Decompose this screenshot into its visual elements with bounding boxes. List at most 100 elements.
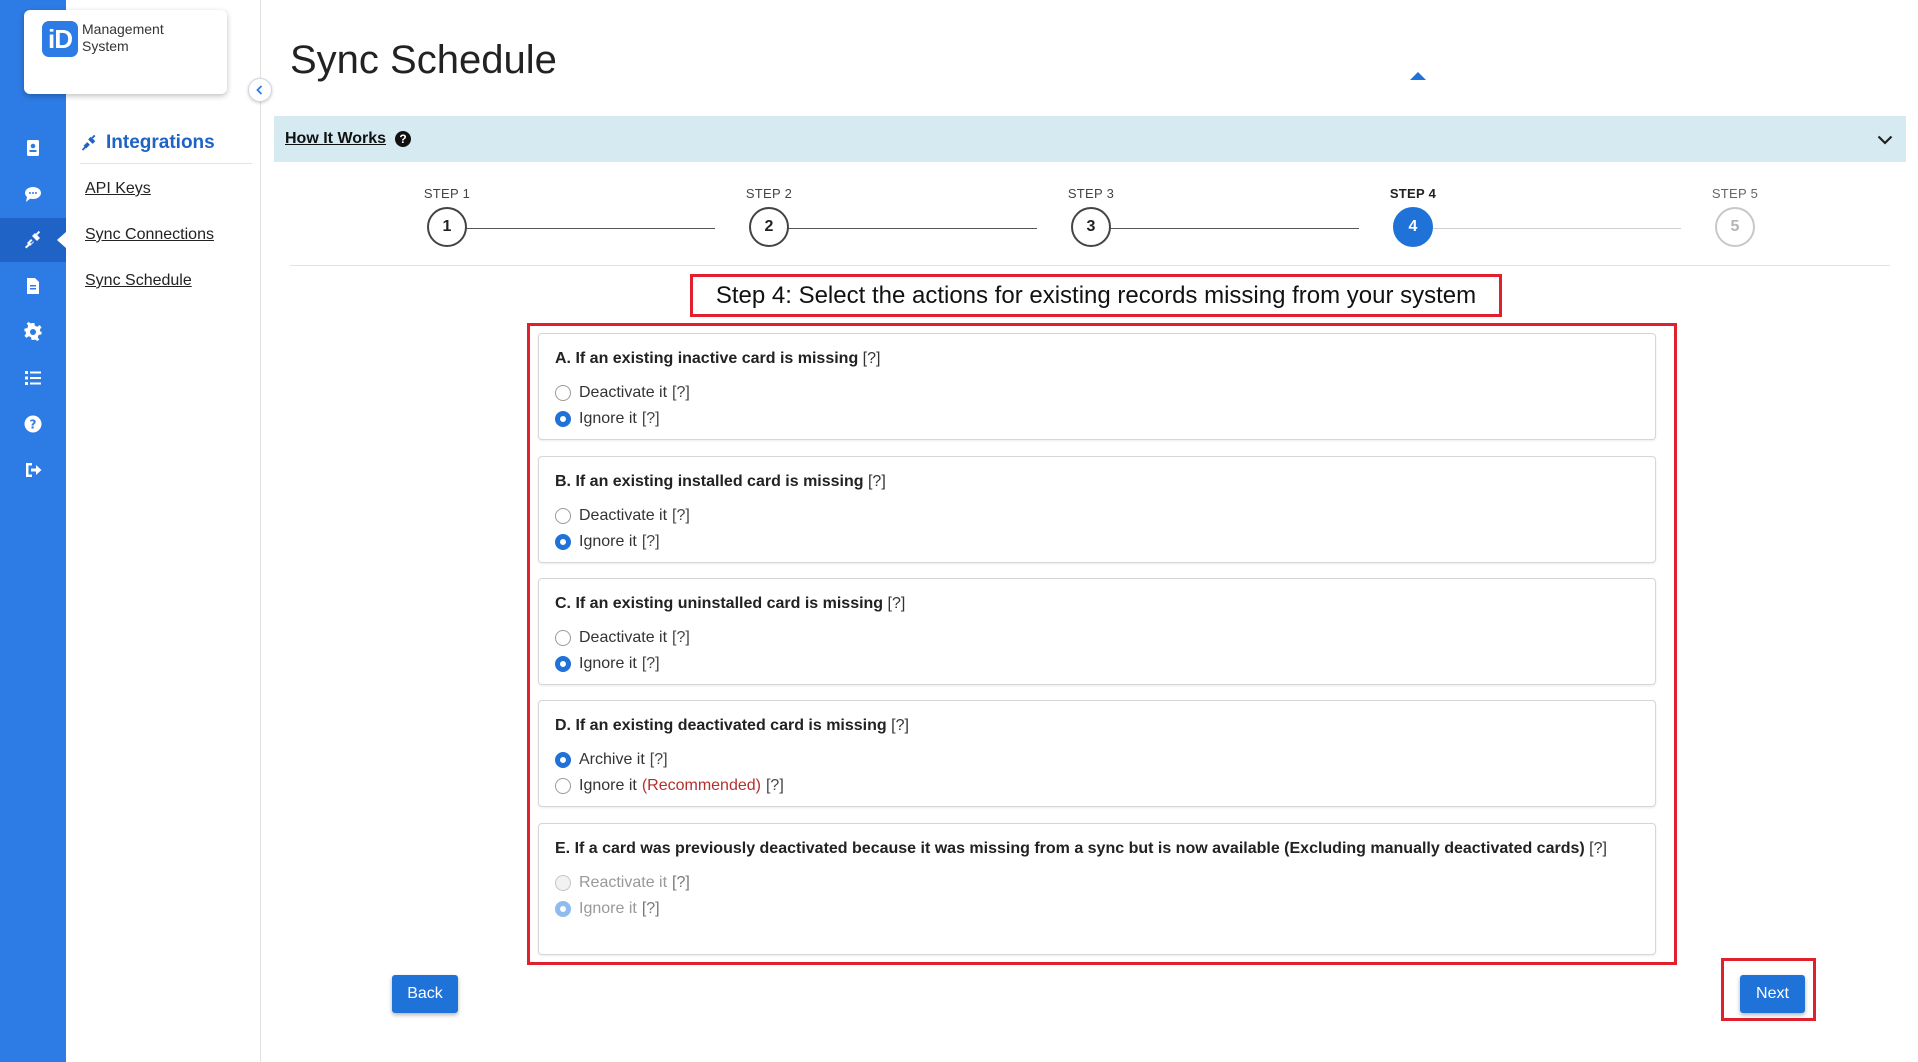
back-button[interactable]: Back [392, 975, 458, 1013]
cards-icon[interactable] [0, 126, 66, 170]
radio-button[interactable] [555, 508, 571, 524]
help-link[interactable]: [?] [868, 473, 886, 490]
radio-group: Archive it [?] Ignore it (Recommended) [?] [555, 747, 1639, 799]
step-connector-1 [447, 228, 715, 229]
question-title-text: A. If an existing inactive card is missi… [555, 350, 859, 367]
radio-option-archive[interactable]: Archive it [?] [555, 747, 1639, 773]
icon-rail: ? [0, 0, 66, 1062]
radio-option-ignore[interactable]: Ignore it [?] [555, 651, 1639, 677]
question-card-a: A. If an existing inactive card is missi… [538, 333, 1656, 440]
step-circle: 1 [427, 207, 467, 247]
radio-label: Ignore it [579, 410, 637, 427]
help-link[interactable]: [?] [1589, 840, 1607, 857]
step-2: STEP 2 2 [729, 186, 809, 247]
radio-label: Deactivate it [579, 384, 668, 401]
radio-button[interactable] [555, 630, 571, 646]
step-circle: 5 [1715, 207, 1755, 247]
step-5: STEP 5 5 [1695, 186, 1775, 247]
plug-icon [81, 134, 96, 151]
step-connector-2 [769, 228, 1037, 229]
how-it-works-label[interactable]: How It Works [285, 130, 386, 148]
settings-icon[interactable] [0, 310, 66, 354]
help-link[interactable]: [?] [642, 533, 660, 551]
messages-icon[interactable] [0, 172, 66, 216]
nav-link-api-keys[interactable]: API Keys [85, 180, 151, 198]
recommended-note: (Recommended) [641, 777, 761, 794]
help-link[interactable]: [?] [891, 717, 909, 734]
radio-option-deactivate[interactable]: Deactivate it [?] [555, 625, 1639, 651]
chevron-down-icon[interactable] [1876, 131, 1894, 149]
logout-icon[interactable] [0, 448, 66, 492]
help-link[interactable]: [?] [650, 751, 668, 769]
radio-label: Archive it [579, 751, 645, 768]
app-logo[interactable]: iD Management System [24, 10, 227, 94]
step-connector-4 [1413, 228, 1681, 229]
next-button[interactable]: Next [1740, 975, 1805, 1013]
logo-text: Management System [82, 21, 164, 55]
how-it-works-bar[interactable]: How It Works ? [274, 116, 1906, 162]
question-card-c: C. If an existing uninstalled card is mi… [538, 578, 1656, 685]
step-circle: 3 [1071, 207, 1111, 247]
step-heading: Step 4: Select the actions for existing … [715, 281, 1477, 309]
radio-label: Ignore it [579, 777, 637, 794]
radio-option-ignore: Ignore it [?] [555, 896, 1639, 922]
step-label: STEP 2 [745, 186, 793, 201]
radio-button[interactable] [555, 778, 571, 794]
documents-icon[interactable] [0, 264, 66, 308]
radio-button-selected-disabled [555, 901, 571, 917]
radio-label: Reactivate it [579, 874, 668, 891]
radio-option-deactivate[interactable]: Deactivate it [?] [555, 380, 1639, 406]
step-circle: 2 [749, 207, 789, 247]
help-link[interactable]: [?] [672, 384, 690, 402]
nav-section-integrations: Integrations [80, 132, 252, 164]
step-heading-highlight: Step 4: Select the actions for existing … [690, 274, 1502, 317]
question-circle-icon: ? [395, 131, 412, 147]
radio-button-selected[interactable] [555, 752, 571, 768]
radio-button-selected[interactable] [555, 411, 571, 427]
step-3: STEP 3 3 [1051, 186, 1131, 247]
radio-group: Deactivate it [?] Ignore it [?] [555, 380, 1639, 432]
radio-option-reactivate: Reactivate it [?] [555, 870, 1639, 896]
step-circle-current: 4 [1393, 207, 1433, 247]
question-title-text: C. If an existing uninstalled card is mi… [555, 595, 884, 612]
help-icon[interactable]: ? [0, 402, 66, 446]
nav-link-sync-schedule[interactable]: Sync Schedule [85, 272, 192, 290]
radio-button-selected[interactable] [555, 534, 571, 550]
help-link[interactable]: [?] [672, 629, 690, 647]
help-link[interactable]: [?] [642, 655, 660, 673]
radio-group: Reactivate it [?] Ignore it [?] [555, 870, 1639, 922]
step-label: STEP 5 [1711, 186, 1759, 201]
svg-text:?: ? [30, 418, 37, 432]
radio-button[interactable] [555, 385, 571, 401]
radio-option-deactivate[interactable]: Deactivate it [?] [555, 503, 1639, 529]
help-link[interactable]: [?] [672, 507, 690, 525]
radio-group: Deactivate it [?] Ignore it [?] [555, 503, 1639, 555]
radio-option-ignore[interactable]: Ignore it [?] [555, 529, 1639, 555]
logo-mark: iD [42, 21, 78, 57]
list-icon[interactable] [0, 356, 66, 400]
help-link[interactable]: [?] [672, 874, 690, 892]
step-connector-3 [1091, 228, 1359, 229]
integrations-icon[interactable] [0, 218, 66, 262]
radio-option-ignore[interactable]: Ignore it [?] [555, 406, 1639, 432]
question-card-d: D. If an existing deactivated card is mi… [538, 700, 1656, 807]
radio-group: Deactivate it [?] Ignore it [?] [555, 625, 1639, 677]
collapse-sidebar-button[interactable] [248, 78, 272, 102]
help-link[interactable]: [?] [642, 900, 660, 918]
radio-label: Ignore it [579, 655, 637, 672]
help-link[interactable]: [?] [766, 777, 784, 795]
question-title: B. If an existing installed card is miss… [555, 469, 1639, 495]
help-link[interactable]: [?] [888, 595, 906, 612]
nav-link-sync-connections[interactable]: Sync Connections [85, 226, 214, 244]
logo-line-2: System [82, 38, 129, 54]
step-label: STEP 4 [1389, 186, 1437, 201]
help-link[interactable]: [?] [642, 410, 660, 428]
help-link[interactable]: [?] [863, 350, 881, 367]
radio-option-ignore[interactable]: Ignore it (Recommended) [?] [555, 773, 1639, 799]
radio-label: Deactivate it [579, 507, 668, 524]
radio-button-disabled [555, 875, 571, 891]
radio-label: Deactivate it [579, 629, 668, 646]
radio-button-selected[interactable] [555, 656, 571, 672]
question-title-text: B. If an existing installed card is miss… [555, 473, 864, 490]
stepper: STEP 1 1 STEP 2 2 STEP 3 3 STEP 4 4 STEP… [290, 186, 1890, 266]
